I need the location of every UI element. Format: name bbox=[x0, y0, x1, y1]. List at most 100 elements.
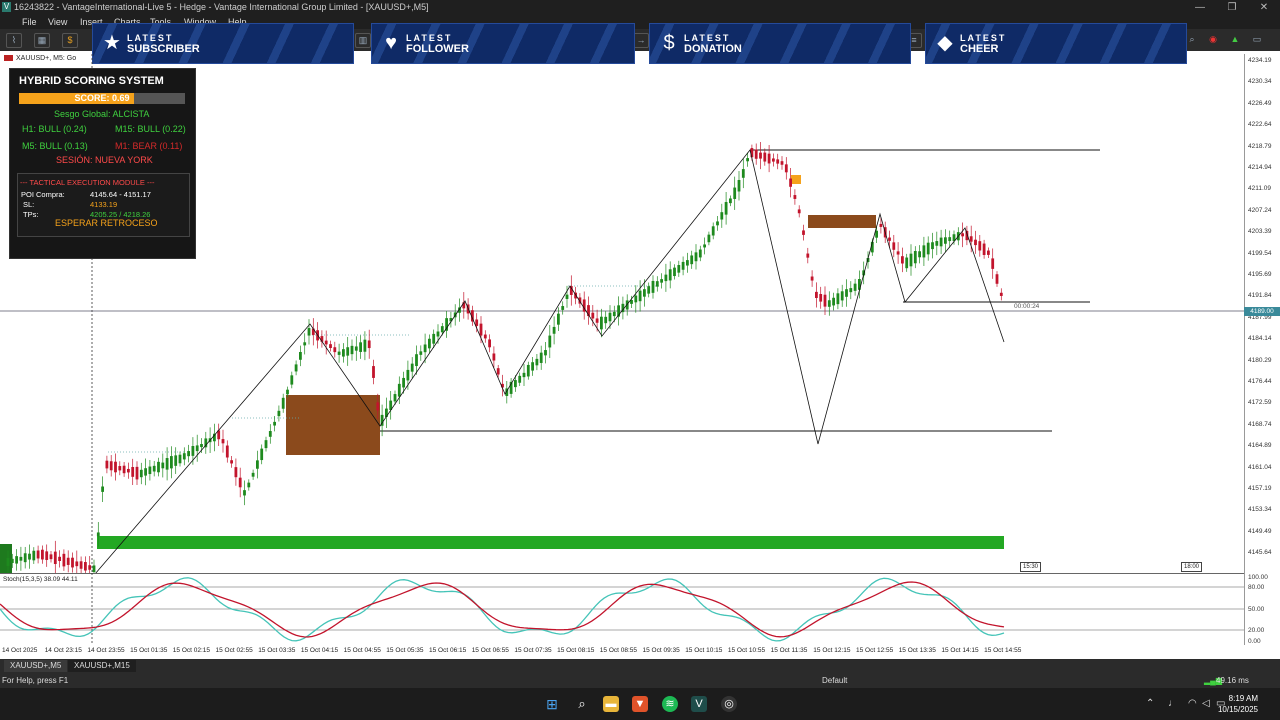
time-tick: 15 Oct 14:55 bbox=[984, 647, 1022, 654]
signal-icon[interactable]: ▲ bbox=[1228, 33, 1242, 46]
line-chart-icon[interactable]: ⌇ bbox=[6, 33, 22, 48]
candle-body bbox=[131, 467, 135, 477]
candle-body bbox=[698, 249, 702, 258]
brave-icon[interactable]: ▼ bbox=[632, 696, 648, 712]
candle-body bbox=[372, 366, 375, 378]
time-tick: 15 Oct 04:15 bbox=[300, 647, 339, 654]
green-block-left bbox=[0, 544, 12, 574]
candle-body bbox=[376, 402, 380, 411]
session-label: SESIÓN: NUEVA YORK bbox=[56, 155, 153, 165]
wifi-icon[interactable]: ◠ bbox=[1188, 698, 1197, 709]
window-title: 16243822 - VantageInternational-Live 5 -… bbox=[14, 2, 429, 12]
search-icon[interactable]: ⌕ bbox=[1185, 33, 1199, 46]
price-tick: 4168.74 bbox=[1248, 420, 1272, 428]
price-tick: 4153.34 bbox=[1248, 506, 1272, 514]
tab-xauusd-m15[interactable]: XAUUSD+,M15 bbox=[68, 660, 136, 672]
help-text: For Help, press F1 bbox=[2, 676, 69, 685]
candle-body bbox=[415, 354, 418, 367]
candle-body bbox=[552, 326, 556, 334]
candle-body bbox=[423, 344, 427, 353]
candle-body bbox=[428, 338, 431, 349]
candle-body bbox=[256, 460, 259, 469]
poi-label: POI Compra: bbox=[21, 190, 65, 199]
banner-line1: LATEST bbox=[684, 33, 731, 43]
vantage-icon[interactable]: V bbox=[691, 696, 707, 712]
maximize-button[interactable]: ❐ bbox=[1216, 0, 1248, 15]
price-tick: 4230.34 bbox=[1248, 78, 1272, 86]
candle-body bbox=[139, 469, 143, 478]
time-tick: 15 Oct 14:15 bbox=[941, 647, 979, 654]
candle-body bbox=[647, 286, 651, 294]
candle-body bbox=[673, 267, 676, 277]
time-tick: 14 Oct 23:55 bbox=[87, 647, 125, 654]
grid-icon[interactable]: ▦ bbox=[34, 33, 50, 48]
candle-body bbox=[406, 369, 410, 381]
candle-body bbox=[281, 397, 285, 409]
price-tick: 4226.49 bbox=[1248, 99, 1272, 107]
m15-signal: M15: BULL (0.22) bbox=[115, 124, 186, 134]
heart-icon: ♥ bbox=[385, 32, 397, 54]
candle-body bbox=[789, 178, 792, 187]
diamond-icon: ◆ bbox=[937, 32, 953, 54]
current-price-badge: 4189.00 bbox=[1244, 307, 1280, 316]
candle-body bbox=[299, 351, 302, 360]
stochastic-panel[interactable] bbox=[0, 573, 1244, 645]
minimize-button[interactable]: — bbox=[1184, 0, 1216, 15]
candle-body bbox=[819, 293, 823, 302]
price-tick: 4214.94 bbox=[1248, 164, 1272, 171]
obs-icon[interactable]: ◎ bbox=[721, 696, 737, 712]
candle-body bbox=[643, 289, 646, 297]
windows-start-icon[interactable]: ⊞ bbox=[544, 696, 560, 712]
stoch-label: Stoch(15,3,5) 38.09 44.11 bbox=[3, 576, 78, 583]
folder-icon[interactable]: ▬ bbox=[603, 696, 619, 712]
candle-body bbox=[342, 349, 345, 357]
chevron-up-icon[interactable]: ⌃ bbox=[1146, 698, 1154, 709]
title-bar: V 16243822 - VantageInternational-Live 5… bbox=[0, 0, 1280, 15]
candle-body bbox=[432, 333, 436, 344]
time-tick: 15 Oct 13:35 bbox=[898, 647, 936, 654]
candle-body bbox=[784, 164, 788, 173]
layout-icon[interactable]: ▭ bbox=[1250, 33, 1264, 46]
score-label: SCORE: 0.69 bbox=[74, 93, 130, 103]
price-tick: 4180.29 bbox=[1248, 356, 1272, 364]
arrow-icon[interactable]: → bbox=[633, 33, 649, 48]
candle-body bbox=[230, 460, 233, 464]
tactical-title: --- TACTICAL EXECUTION MODULE --- bbox=[20, 178, 155, 187]
dollar-icon[interactable]: $ bbox=[62, 33, 78, 48]
candle-body bbox=[604, 316, 608, 324]
candle-body bbox=[655, 281, 659, 287]
alert-icon[interactable]: ◉ bbox=[1206, 33, 1220, 46]
clock-date: 10/15/2025 bbox=[1217, 705, 1258, 714]
time-tick: 15 Oct 01:35 bbox=[130, 647, 168, 654]
candle-body bbox=[991, 258, 995, 269]
candle-body bbox=[174, 455, 178, 466]
search-icon[interactable]: ⌕ bbox=[574, 696, 590, 712]
bar-chart-icon[interactable]: ▥ bbox=[355, 33, 371, 48]
stoch-tick: 80.00 bbox=[1248, 584, 1265, 591]
candle-body bbox=[608, 312, 612, 322]
candle-body bbox=[612, 311, 616, 317]
candle-body bbox=[548, 335, 552, 348]
price-tick: 4222.64 bbox=[1248, 121, 1272, 129]
m1-signal: M1: BEAR (0.11) bbox=[115, 141, 183, 151]
microphone-icon[interactable]: ♩ bbox=[1168, 698, 1178, 709]
panel-title: HYBRID SCORING SYSTEM bbox=[19, 75, 164, 87]
volume-icon[interactable]: ◁ bbox=[1202, 698, 1210, 709]
candle-body bbox=[71, 557, 74, 568]
clock[interactable]: 8:19 AM 10/15/2025 bbox=[1218, 693, 1258, 715]
close-button[interactable]: ✕ bbox=[1248, 0, 1280, 15]
candle-body bbox=[354, 346, 358, 351]
candle-body bbox=[45, 551, 49, 560]
candle-body bbox=[221, 439, 225, 444]
menu-file[interactable]: File bbox=[22, 15, 37, 29]
candle-body bbox=[724, 202, 728, 215]
time-tick: 15 Oct 10:15 bbox=[685, 647, 723, 654]
candle-body bbox=[729, 198, 732, 204]
spotify-icon[interactable]: ≋ bbox=[662, 696, 678, 712]
candle-body bbox=[402, 377, 405, 388]
candle-body bbox=[19, 556, 23, 561]
tab-xauusd-m5[interactable]: XAUUSD+,M5 bbox=[4, 660, 68, 672]
candle-body bbox=[879, 223, 883, 227]
menu-view[interactable]: View bbox=[48, 15, 67, 29]
candle-body bbox=[28, 553, 31, 560]
